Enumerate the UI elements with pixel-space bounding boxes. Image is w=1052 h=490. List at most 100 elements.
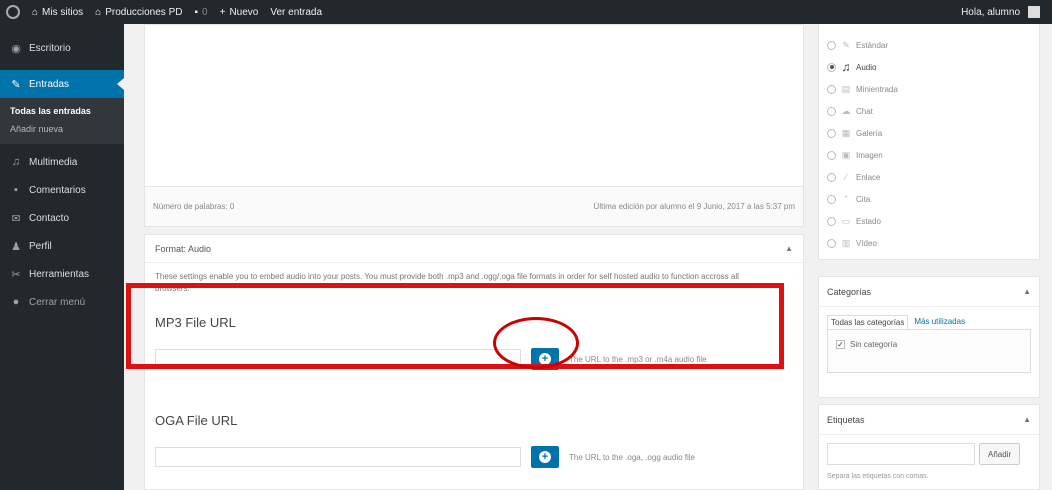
side-column: ✎ Estándar ♫ Audio ▤ Minientrada ☁ Chat …: [818, 24, 1040, 490]
sidebar-item-herramientas[interactable]: ✂ Herramientas: [0, 260, 124, 288]
oga-upload-button[interactable]: +: [531, 446, 559, 468]
sidebar-item-collapse[interactable]: ● Cerrar menú: [0, 288, 124, 316]
admin-sidebar: ◉ Escritorio ✎ Entradas Todas las entrad…: [0, 24, 124, 490]
view-entry-link[interactable]: Ver entrada: [264, 0, 328, 24]
add-tag-button[interactable]: Añadir: [979, 443, 1021, 465]
pin-icon: ✎: [11, 78, 21, 91]
status-icon: ▭: [841, 215, 851, 226]
sidebar-item-label: Cerrar menú: [29, 296, 86, 308]
categories-header[interactable]: Categorías ▲: [819, 277, 1039, 307]
pin-icon: ✎: [842, 39, 850, 50]
collapse-arrow-icon[interactable]: ▲: [1023, 415, 1031, 424]
sidebar-item-label: Herramientas: [29, 268, 90, 280]
format-option-standard[interactable]: ✎ Estándar: [819, 34, 1039, 56]
greeting-label: Hola, alumno: [961, 6, 1020, 18]
categories-tabs: Todas las categorías Más utilizadas: [819, 307, 1039, 329]
site-name-label: Producciones PD: [105, 6, 183, 18]
my-sites-menu[interactable]: ⌂ Mis sitios: [26, 0, 89, 24]
categories-title: Categorías: [827, 286, 872, 297]
radio-button[interactable]: [827, 238, 836, 248]
sites-icon: ⌂: [32, 6, 39, 18]
image-icon: ▣: [841, 149, 851, 160]
home-icon: ⌂: [95, 6, 102, 18]
sidebar-item-contacto[interactable]: ✉ Contacto: [0, 204, 124, 232]
radio-button[interactable]: [827, 216, 836, 226]
tab-most-used[interactable]: Más utilizadas: [914, 315, 965, 329]
sidebar-item-escritorio[interactable]: ◉ Escritorio: [0, 34, 124, 62]
format-option-link[interactable]: ∕ Enlace: [819, 166, 1039, 188]
new-label: Nuevo: [229, 6, 259, 18]
last-edit-info: Última edición por alumno el 9 Junio, 20…: [593, 202, 795, 211]
tag-input[interactable]: [827, 443, 975, 465]
categories-box: Categorías ▲ Todas las categorías Más ut…: [818, 276, 1040, 398]
format-option-quote[interactable]: “ Cita: [819, 188, 1039, 210]
oga-field-section: OGA File URL + The URL to the .oga, .ogg…: [155, 413, 795, 468]
format-audio-header[interactable]: Format: Audio ▲: [145, 235, 803, 263]
editor-status-bar: Número de palabras: 0 Última edición por…: [145, 186, 803, 226]
format-option-aside[interactable]: ▤ Minientrada: [819, 78, 1039, 100]
aside-icon: ▤: [841, 83, 851, 94]
sidebar-item-entradas[interactable]: ✎ Entradas: [0, 70, 124, 98]
submenu-all-entries[interactable]: Todas las entradas: [0, 102, 124, 120]
format-label: Vídeo: [856, 238, 877, 248]
radio-button[interactable]: [827, 172, 836, 182]
radio-button[interactable]: [827, 40, 836, 50]
admin-bar: ⌂ Mis sitios ⌂ Producciones PD ▪ 0 + Nue…: [0, 0, 1052, 24]
main-content: Número de palabras: 0 Última edición por…: [124, 24, 814, 490]
video-icon: ▥: [841, 237, 851, 248]
format-label: Enlace: [856, 172, 881, 182]
format-label: Cita: [856, 194, 871, 204]
tags-title: Etiquetas: [827, 414, 865, 425]
format-option-status[interactable]: ▭ Estado: [819, 210, 1039, 232]
entradas-submenu: Todas las entradas Añadir nueva: [0, 98, 124, 144]
format-label: Imagen: [856, 150, 883, 160]
format-option-audio[interactable]: ♫ Audio: [819, 56, 1039, 78]
comments-count: 0: [202, 6, 208, 18]
sidebar-item-multimedia[interactable]: ♫ Multimedia: [0, 148, 124, 176]
post-editor[interactable]: Número de palabras: 0 Última edición por…: [144, 24, 804, 227]
link-icon: ∕: [845, 172, 847, 182]
comment-icon: ▪: [194, 6, 199, 18]
site-name-menu[interactable]: ⌂ Producciones PD: [89, 0, 188, 24]
radio-button[interactable]: [827, 84, 836, 94]
music-icon: ♫: [841, 60, 851, 74]
collapse-arrow-icon[interactable]: ▲: [1023, 287, 1031, 296]
avatar: [1028, 6, 1040, 18]
format-option-gallery[interactable]: ▦ Galería: [819, 122, 1039, 144]
submenu-add-new[interactable]: Añadir nueva: [0, 120, 124, 138]
post-format-box: ✎ Estándar ♫ Audio ▤ Minientrada ☁ Chat …: [818, 24, 1040, 260]
collapse-icon: ●: [12, 296, 20, 308]
format-option-image[interactable]: ▣ Imagen: [819, 144, 1039, 166]
radio-button[interactable]: [827, 62, 836, 72]
sidebar-item-perfil[interactable]: ♟ Perfil: [0, 232, 124, 260]
user-icon: ♟: [11, 240, 21, 253]
format-label: Estado: [856, 216, 881, 226]
new-content-menu[interactable]: + Nuevo: [214, 0, 265, 24]
media-icon: ♫: [11, 156, 21, 168]
collapse-arrow-icon[interactable]: ▲: [785, 244, 793, 253]
format-label: Estándar: [856, 40, 889, 50]
sidebar-item-label: Multimedia: [29, 156, 78, 168]
category-list: ✓ Sin categoría: [827, 329, 1031, 373]
radio-button[interactable]: [827, 150, 836, 160]
format-option-chat[interactable]: ☁ Chat: [819, 100, 1039, 122]
chat-icon: ☁: [841, 105, 851, 116]
format-option-video[interactable]: ▥ Vídeo: [819, 232, 1039, 254]
radio-button[interactable]: [827, 106, 836, 116]
wp-logo-menu[interactable]: [0, 0, 26, 24]
tags-header[interactable]: Etiquetas ▲: [819, 405, 1039, 435]
radio-button[interactable]: [827, 128, 836, 138]
radio-button[interactable]: [827, 194, 836, 204]
oga-url-input[interactable]: [155, 447, 521, 467]
category-checkbox[interactable]: ✓: [836, 340, 845, 349]
sidebar-item-comentarios[interactable]: ▪ Comentarios: [0, 176, 124, 204]
view-entry-label: Ver entrada: [270, 6, 323, 18]
account-menu[interactable]: Hola, alumno: [955, 0, 1046, 24]
tab-all-categories[interactable]: Todas las categorías: [827, 315, 909, 329]
comments-menu[interactable]: ▪ 0: [188, 0, 213, 24]
sidebar-item-label: Entradas: [29, 78, 70, 90]
sidebar-item-label: Comentarios: [29, 184, 86, 196]
oga-field-label: OGA File URL: [155, 413, 238, 428]
tags-hint: Separa las etiquetas con comas.: [827, 473, 929, 480]
my-sites-label: Mis sitios: [42, 6, 84, 18]
